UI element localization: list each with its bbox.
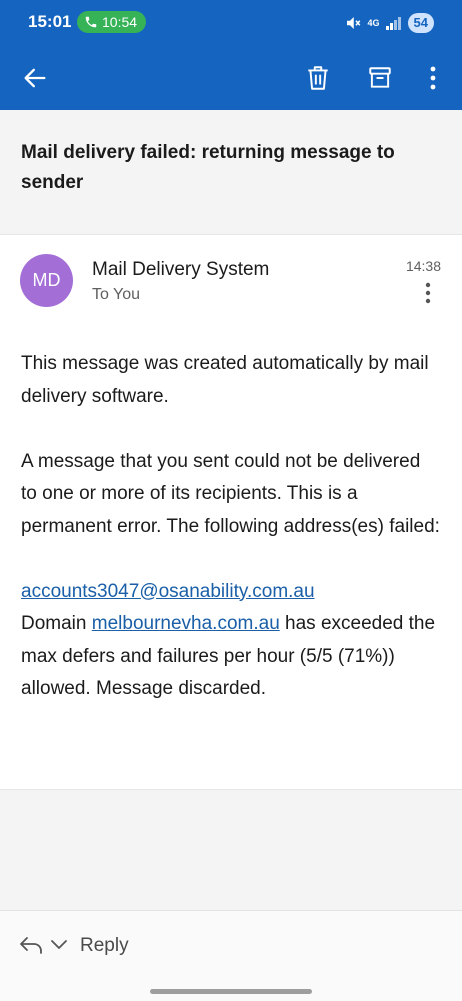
back-button[interactable] [13,56,57,100]
message-time: 14:38 [405,258,441,274]
archive-icon [369,67,391,88]
sender-avatar[interactable]: MD [20,254,73,307]
battery-indicator: 54 [407,13,434,33]
home-indicator[interactable] [150,989,312,994]
status-clock: 15:01 [28,12,72,31]
more-options-button[interactable] [411,56,455,100]
reply-bar: Reply [0,910,462,1001]
more-vert-icon [430,66,436,90]
recipient-line[interactable]: To You [92,286,140,304]
more-vert-icon [425,282,431,304]
sender-name[interactable]: Mail Delivery System [92,259,269,281]
trash-icon [308,66,328,90]
failed-address-block: accounts3047@osanability.com.au Domain m… [21,576,441,706]
status-bar: 15:01 10:54 4G 54 [0,0,462,46]
domain-prefix: Domain [21,613,87,634]
toolbar [0,46,462,110]
mute-icon [346,17,360,29]
network-type: 4G [367,17,380,28]
arrow-left-icon [24,68,46,88]
domain-link[interactable]: melbournevha.com.au [92,613,280,634]
message-subject: Mail delivery failed: returning message … [21,142,395,193]
subject-section: Mail delivery failed: returning message … [0,110,462,235]
delete-button[interactable] [296,56,340,100]
app-header: 15:01 10:54 4G 54 [0,0,462,110]
message-body: This message was created automatically b… [21,348,441,706]
empty-area [0,789,462,911]
call-duration: 10:54 [102,14,138,30]
signal-icon [385,17,401,30]
body-paragraph: This message was created automatically b… [21,353,429,407]
archive-button[interactable] [358,56,402,100]
phone-icon [85,16,97,28]
reply-button[interactable]: Reply [80,935,129,957]
body-paragraph: A message that you sent could not be del… [21,450,440,537]
chevron-down-icon[interactable] [50,939,68,951]
failed-address-link[interactable]: accounts3047@osanability.com.au [21,581,315,602]
message-more-button[interactable] [416,280,440,306]
status-icons: 4G 54 [344,10,434,36]
ongoing-call-pill[interactable]: 10:54 [77,11,147,33]
reply-icon[interactable] [18,934,44,956]
